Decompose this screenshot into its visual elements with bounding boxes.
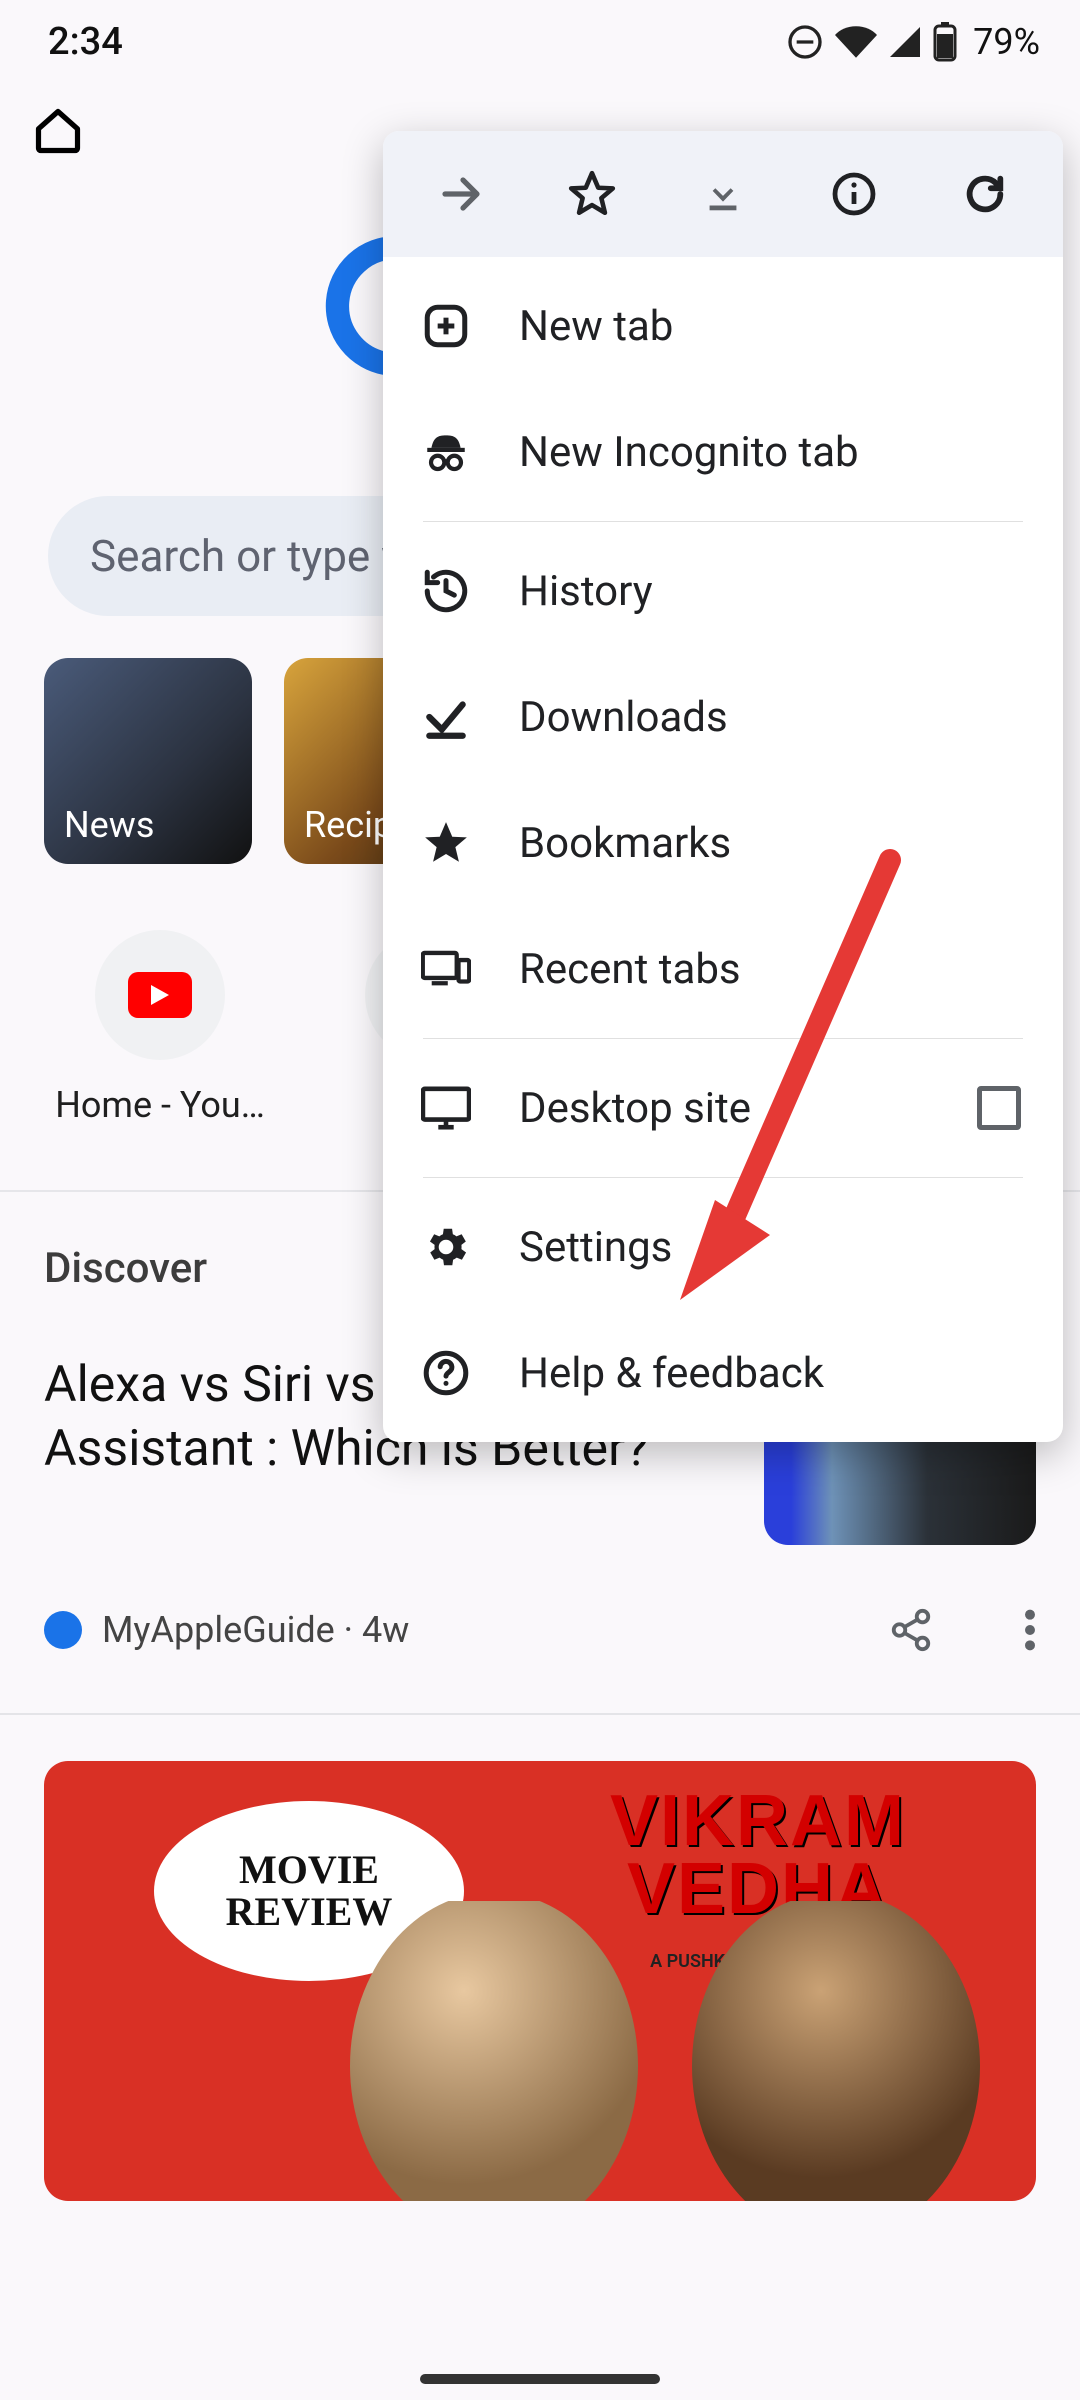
tile-news[interactable]: News xyxy=(44,658,252,864)
signal-icon xyxy=(887,24,923,60)
battery-icon xyxy=(933,22,957,62)
poster-face-right xyxy=(686,1901,986,2201)
menu-new-incognito[interactable]: New Incognito tab xyxy=(383,389,1063,515)
menu-settings[interactable]: Settings xyxy=(383,1184,1063,1310)
menu-top-actions xyxy=(383,131,1063,257)
search-placeholder: Search or type w xyxy=(90,530,414,582)
forward-icon xyxy=(437,170,485,218)
shortcut-youtube[interactable]: Home - You… xyxy=(60,930,260,1126)
menu-help-feedback[interactable]: Help & feedback xyxy=(383,1310,1063,1436)
page-info-button[interactable] xyxy=(794,131,914,257)
menu-separator xyxy=(423,1038,1023,1039)
youtube-icon xyxy=(128,972,192,1018)
more-icon[interactable] xyxy=(1024,1607,1036,1653)
bookmark-star-button[interactable] xyxy=(532,131,652,257)
divider xyxy=(0,1713,1080,1715)
menu-history[interactable]: History xyxy=(383,528,1063,654)
star-icon xyxy=(567,169,617,219)
article-source: MyAppleGuide · 4w xyxy=(102,1609,409,1651)
help-icon xyxy=(421,1348,471,1398)
desktop-icon xyxy=(421,1085,471,1131)
menu-item-label: History xyxy=(519,567,1025,616)
menu-desktop-site[interactable]: Desktop site xyxy=(383,1045,1063,1171)
menu-new-tab[interactable]: New tab xyxy=(383,263,1063,389)
menu-item-label: Recent tabs xyxy=(519,945,1025,994)
status-bar: 2:34 79% xyxy=(0,0,1080,76)
incognito-icon xyxy=(421,426,471,478)
overflow-menu: New tab New Incognito tab History Downlo… xyxy=(383,131,1063,1442)
shortcut-label: Home - You… xyxy=(55,1084,265,1126)
menu-bookmarks[interactable]: Bookmarks xyxy=(383,780,1063,906)
status-right: 79% xyxy=(785,21,1040,63)
reload-button[interactable] xyxy=(925,131,1045,257)
menu-item-label: Bookmarks xyxy=(519,819,1025,868)
battery-text: 79% xyxy=(973,21,1040,63)
wifi-icon xyxy=(835,21,877,63)
shortcut-icon-bg xyxy=(95,930,225,1060)
menu-item-label: Desktop site xyxy=(519,1084,929,1133)
menu-item-label: New tab xyxy=(519,302,1025,351)
menu-recent-tabs[interactable]: Recent tabs xyxy=(383,906,1063,1032)
menu-item-label: Settings xyxy=(519,1223,1025,1272)
desktop-site-checkbox[interactable] xyxy=(977,1086,1021,1130)
bookmarks-star-icon xyxy=(421,818,471,868)
menu-item-label: New Incognito tab xyxy=(519,428,1025,477)
forward-button[interactable] xyxy=(401,131,521,257)
download-icon xyxy=(700,171,746,217)
status-time: 2:34 xyxy=(48,20,123,64)
menu-item-label: Help & feedback xyxy=(519,1349,1025,1398)
menu-item-label: Downloads xyxy=(519,693,1025,742)
do-not-disturb-icon xyxy=(785,22,825,62)
menu-separator xyxy=(423,521,1023,522)
menu-downloads[interactable]: Downloads xyxy=(383,654,1063,780)
menu-list: New tab New Incognito tab History Downlo… xyxy=(383,257,1063,1442)
download-button[interactable] xyxy=(663,131,783,257)
info-icon xyxy=(830,170,878,218)
tile-label: News xyxy=(64,804,154,846)
nav-handle[interactable] xyxy=(420,2374,660,2384)
recent-tabs-icon xyxy=(421,948,471,990)
source-icon xyxy=(44,1611,82,1649)
menu-separator xyxy=(423,1177,1023,1178)
share-icon[interactable] xyxy=(888,1607,934,1653)
feed-article-image[interactable]: MOVIEREVIEW VIKRAMVEDHA A PUSHKAR & GAYA… xyxy=(44,1761,1036,2201)
gear-icon xyxy=(421,1222,471,1272)
new-tab-icon xyxy=(421,301,471,351)
history-icon xyxy=(421,566,471,616)
downloads-check-icon xyxy=(421,692,471,742)
home-icon[interactable] xyxy=(22,95,94,167)
reload-icon xyxy=(962,171,1008,217)
